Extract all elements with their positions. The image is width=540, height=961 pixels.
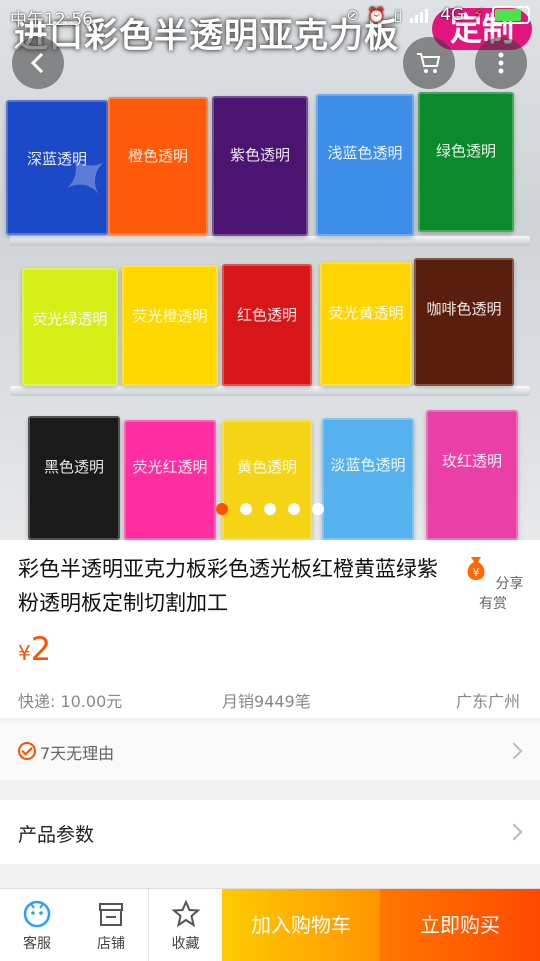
carousel-dot[interactable] — [216, 503, 228, 515]
svg-text:¥: ¥ — [473, 566, 480, 579]
acrylic-panel: 橙色透明 — [108, 97, 208, 235]
shopping-cart-icon — [417, 53, 441, 73]
favorite-button[interactable]: 收藏 — [149, 889, 222, 961]
acrylic-panel: 咖啡色透明 — [414, 258, 514, 386]
acrylic-panel: 荧光红透明 — [124, 420, 216, 540]
shelf — [10, 386, 530, 396]
shop-label: 店铺 — [97, 936, 125, 952]
acrylic-panel: 荧光绿透明 — [22, 268, 118, 386]
favorite-label: 收藏 — [171, 936, 200, 952]
customer-service-button[interactable]: 客服 — [0, 889, 74, 961]
product-image-carousel[interactable]: 深蓝透明 橙色透明 紫色透明 浅蓝色透明 绿色透明 荧光绿透明 荧光橙透明 红色… — [0, 0, 540, 540]
buy-now-button[interactable]: 立即购买 — [380, 889, 540, 961]
charging-icon: ⚡ — [472, 5, 484, 25]
acrylic-panel: 绿色透明 — [418, 92, 514, 232]
price: ¥2 — [18, 630, 51, 668]
vibrate-icon: ▯ — [393, 6, 403, 24]
carousel-dot[interactable] — [288, 503, 300, 515]
acrylic-panel: 浅蓝色透明 — [316, 94, 414, 236]
monthly-sales: 月销9449笔 — [222, 692, 311, 711]
acrylic-panel: 荧光橙透明 — [122, 265, 218, 386]
acrylic-panel: 淡蓝色透明 — [322, 418, 414, 540]
shipping-fee: 快递: 10.00元 — [18, 692, 123, 711]
back-button[interactable] — [12, 37, 64, 89]
acrylic-panel: 玫红透明 — [426, 410, 518, 540]
product-params-label: 产品参数 — [18, 824, 95, 846]
price-value: 2 — [30, 630, 52, 668]
product-title: 彩色半透明亚克力板彩色透光板红橙黄蓝绿紫粉透明板定制切割加工 — [18, 557, 438, 615]
mute-icon: ⊘ — [346, 6, 360, 24]
share-reward-button[interactable]: ¥ 分享有赏 — [458, 554, 528, 613]
star-icon — [170, 899, 201, 928]
more-vertical-icon — [498, 52, 504, 74]
battery-icon — [492, 6, 530, 24]
guarantee-row[interactable]: 7天无理由 — [0, 722, 540, 780]
shop-icon — [99, 903, 123, 926]
add-to-cart-button[interactable]: 加入购物车 — [222, 889, 380, 961]
seller-location: 广东广州 — [455, 692, 520, 711]
customer-service-icon — [23, 900, 51, 928]
bottom-action-bar: 客服 店铺 收藏 加入购物车 立即购买 — [0, 888, 540, 961]
acrylic-panel: 紫色透明 — [212, 96, 308, 236]
customer-service-label: 客服 — [23, 936, 51, 952]
network-type: 4G — [440, 5, 465, 25]
acrylic-panel: 荧光黄透明 — [320, 262, 412, 386]
check-circle-icon — [18, 742, 36, 760]
carousel-dot[interactable] — [264, 503, 276, 515]
carousel-indicator — [216, 503, 324, 515]
carousel-dot[interactable] — [240, 503, 252, 515]
chevron-right-icon — [505, 742, 523, 760]
shop-button[interactable]: 店铺 — [74, 889, 148, 961]
guarantee-text: 7天无理由 — [40, 744, 115, 763]
acrylic-panel: 红色透明 — [222, 264, 312, 386]
back-arrow-icon — [30, 52, 44, 74]
more-menu-button[interactable] — [475, 37, 527, 89]
acrylic-panel: 黑色透明 — [28, 416, 120, 540]
signal-icon — [410, 9, 429, 23]
status-icons: ⊘ ⏰ ▯ 4G ⚡ — [347, 5, 530, 25]
money-bag-icon: ¥ — [467, 557, 485, 580]
status-time: 中午12:56 — [10, 10, 93, 30]
cart-button[interactable] — [403, 37, 455, 89]
price-currency: ¥ — [18, 641, 31, 665]
product-info: 彩色半透明亚克力板彩色透光板红橙黄蓝绿紫粉透明板定制切割加工 ¥ 分享有赏 ¥2… — [0, 540, 540, 718]
chevron-right-icon — [505, 823, 523, 841]
carousel-dot[interactable] — [312, 503, 324, 515]
product-params-row[interactable]: 产品参数 — [0, 800, 540, 864]
status-bar: 中午12:56 ⊘ ⏰ ▯ 4G ⚡ — [0, 0, 540, 32]
acrylic-panel: 黄色透明 — [222, 420, 312, 540]
shelf — [10, 236, 530, 246]
alarm-icon: ⏰ — [367, 6, 386, 24]
